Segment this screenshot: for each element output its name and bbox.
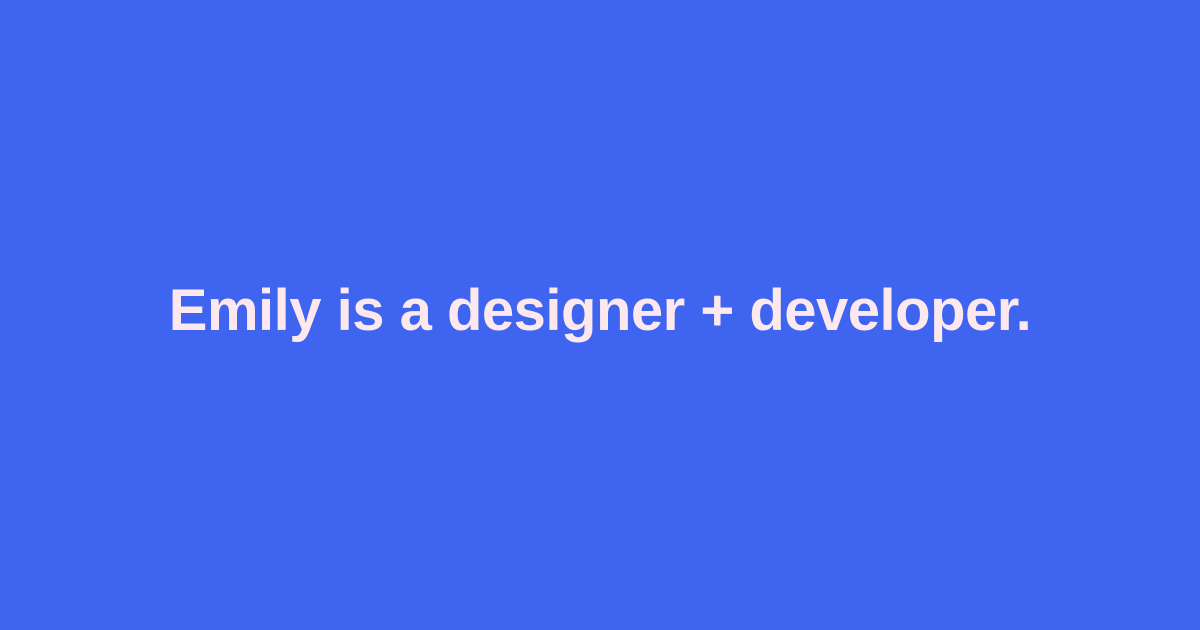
headline: Emily is a designer + developer.: [168, 278, 1032, 343]
social-card: Emily is a designer + developer.: [0, 0, 1200, 630]
